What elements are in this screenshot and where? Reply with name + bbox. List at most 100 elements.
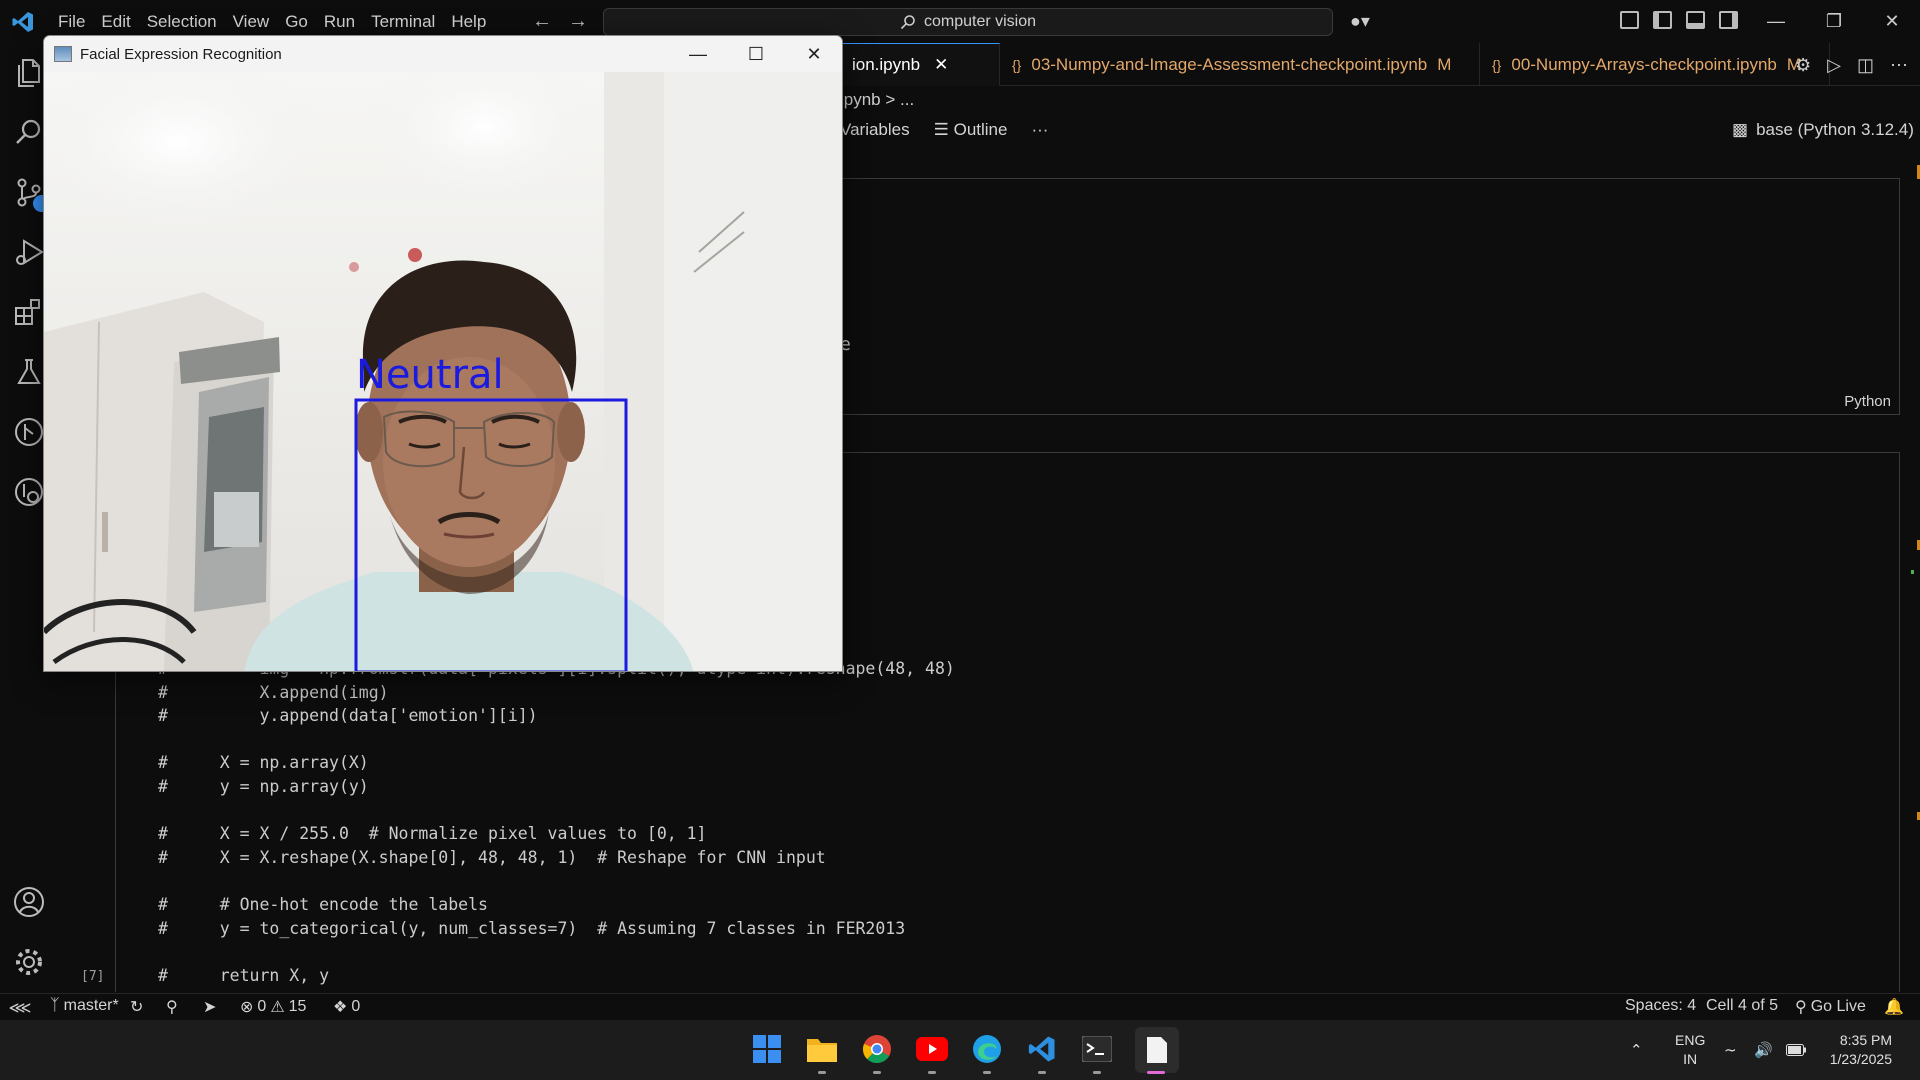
running-indicator (873, 1071, 881, 1074)
code-text: y = to_categorical(y, num_classes=7) # A… (180, 918, 906, 938)
volume-icon[interactable]: 🔊 (1754, 1020, 1773, 1080)
git-graph-status-icon[interactable]: ⚲ (166, 997, 178, 1017)
show-hidden-icons-chevron-icon[interactable]: ⌃ (1630, 1020, 1643, 1080)
window-minimize-button[interactable]: — (669, 36, 727, 72)
clock[interactable]: 8:35 PM 1/23/2025 (1822, 1020, 1892, 1080)
code-text: X = X.reshape(X.shape[0], 48, 48, 1) # R… (180, 847, 826, 867)
terminal-icon[interactable] (1080, 1032, 1114, 1066)
settings-gear-icon[interactable] (12, 945, 46, 979)
file-explorer-icon[interactable] (805, 1032, 839, 1066)
code-text: y = np.array(y) (180, 776, 369, 796)
ruler-mark (1911, 570, 1914, 574)
cell-language-label[interactable]: Python (1844, 393, 1891, 410)
tab-numpy-arrays[interactable]: {} 00-Numpy-Arrays-checkpoint.ipynb M (1480, 43, 1830, 86)
wifi-icon[interactable]: ∼ (1724, 1020, 1737, 1080)
error-count: 0 (257, 998, 267, 1015)
language-top: ENG (1675, 1032, 1706, 1048)
branch-indicator[interactable]: ᛉ master* (50, 997, 119, 1015)
code-line: # # One-hot encode the labels (158, 893, 955, 917)
more-actions-icon[interactable]: ⋯ (1890, 55, 1908, 76)
webcam-frame: Neutral (44, 72, 842, 671)
battery-icon[interactable] (1786, 1020, 1806, 1080)
variables-button[interactable]: Variables (840, 120, 910, 140)
extensions-icon[interactable] (12, 295, 46, 329)
window-close-button[interactable]: ✕ (785, 36, 842, 72)
command-center[interactable]: computer vision (603, 8, 1333, 36)
go-live-button[interactable]: ⚲ Go Live (1795, 997, 1866, 1017)
vscode-taskbar-icon[interactable] (1025, 1032, 1059, 1066)
running-indicator (818, 1071, 826, 1074)
tab-emotion-notebook[interactable]: ion.ipynb ✕ (840, 43, 1000, 86)
close-button[interactable]: ✕ (1864, 0, 1920, 43)
sync-icon[interactable]: ↻ (130, 997, 143, 1017)
facial-expression-window[interactable]: Facial Expression Recognition — ☐ ✕ Neut… (43, 35, 843, 672)
search-icon[interactable] (12, 115, 46, 149)
start-windows-icon[interactable] (750, 1032, 784, 1066)
chrome-icon[interactable] (860, 1032, 894, 1066)
indentation-indicator[interactable]: Spaces: 4 (1625, 997, 1696, 1015)
menu-view[interactable]: View (225, 12, 278, 32)
running-indicator (928, 1071, 936, 1074)
menu-go[interactable]: Go (277, 12, 316, 32)
testing-flask-icon[interactable] (12, 355, 46, 389)
run-debug-icon[interactable] (12, 235, 46, 269)
edge-icon[interactable] (970, 1032, 1004, 1066)
gear-icon[interactable]: ⚙ (1795, 55, 1811, 76)
kernel-picker[interactable]: ▩ base (Python 3.12.4) (1732, 120, 1914, 140)
remote-explorer-icon[interactable] (12, 475, 46, 509)
menu-selection[interactable]: Selection (139, 12, 225, 32)
code-comment-marker: # (158, 753, 168, 773)
restore-button[interactable]: ❐ (1806, 0, 1862, 43)
cell-position-indicator[interactable]: Cell 4 of 5 (1706, 997, 1778, 1015)
menu-file[interactable]: File (50, 12, 93, 32)
layout-controls (1620, 11, 1738, 29)
outline-button[interactable]: ☰ Outline (934, 120, 1008, 140)
deploy-rocket-icon[interactable]: ➤ (203, 997, 216, 1017)
toggle-secondary-sidebar-icon[interactable] (1719, 11, 1738, 29)
branch-icon: ᛉ (50, 997, 60, 1014)
minimize-button[interactable]: — (1748, 0, 1804, 43)
notifications-bell-icon[interactable]: 🔔 (1884, 997, 1904, 1017)
youtube-icon[interactable] (915, 1032, 949, 1066)
tab-label: ion.ipynb (852, 55, 921, 74)
account-icon[interactable] (12, 885, 46, 919)
code-comment-marker: # (158, 965, 168, 985)
back-arrow-icon[interactable]: ← (532, 10, 552, 33)
toggle-panel-icon[interactable] (1686, 11, 1705, 29)
git-graph-icon[interactable] (12, 415, 46, 449)
tab-modified-indicator: M (1437, 54, 1452, 74)
ports-indicator[interactable]: ❖ 0 (333, 997, 360, 1017)
problems-indicator[interactable]: ⊗ 0 ⚠ 15 (240, 997, 306, 1017)
more-toolbar-button[interactable]: ··· (1031, 120, 1048, 140)
copilot-icon[interactable]: ●▾ (1350, 11, 1370, 32)
run-icon[interactable]: ▷ (1827, 55, 1841, 76)
window-maximize-button[interactable]: ☐ (727, 36, 785, 72)
menu-terminal[interactable]: Terminal (363, 12, 443, 32)
code-text: X.append(img) (180, 682, 389, 702)
split-editor-icon[interactable]: ◫ (1857, 55, 1874, 76)
vscode-logo-icon[interactable] (11, 10, 35, 34)
explorer-icon[interactable] (12, 55, 46, 89)
tab-close-icon[interactable]: ✕ (934, 55, 948, 75)
code-comment-marker: # (158, 682, 168, 702)
toggle-primary-sidebar-icon[interactable] (1653, 11, 1672, 29)
active-app-icon[interactable] (1135, 1027, 1179, 1073)
tab-numpy-image-assessment[interactable]: {} 03-Numpy-and-Image-Assessment-checkpo… (1000, 43, 1480, 86)
source-control-icon[interactable] (12, 175, 50, 212)
language-indicator[interactable]: ENG IN (1675, 1020, 1705, 1080)
menu-edit[interactable]: Edit (93, 12, 138, 32)
code-line: # y = np.array(y) (158, 775, 955, 799)
breadcrumb[interactable]: ipynb > ... (840, 90, 914, 110)
remote-indicator-icon[interactable]: ⋘ (0, 994, 40, 1021)
customize-layout-icon[interactable] (1620, 11, 1639, 29)
code-editor[interactable]: # img = np.fromstr(data['pixels'][i].spl… (158, 657, 955, 987)
code-line: # X = X / 255.0 # Normalize pixel values… (158, 822, 955, 846)
language-bottom: IN (1683, 1051, 1698, 1067)
menu-help[interactable]: Help (443, 12, 494, 32)
facial-expression-window-titlebar[interactable]: Facial Expression Recognition — ☐ ✕ (44, 36, 842, 72)
error-icon: ⊗ (240, 999, 254, 1016)
code-text: y.append(data['emotion'][i]) (180, 706, 538, 726)
forward-arrow-icon[interactable]: → (568, 10, 588, 33)
menu-run[interactable]: Run (316, 12, 363, 32)
